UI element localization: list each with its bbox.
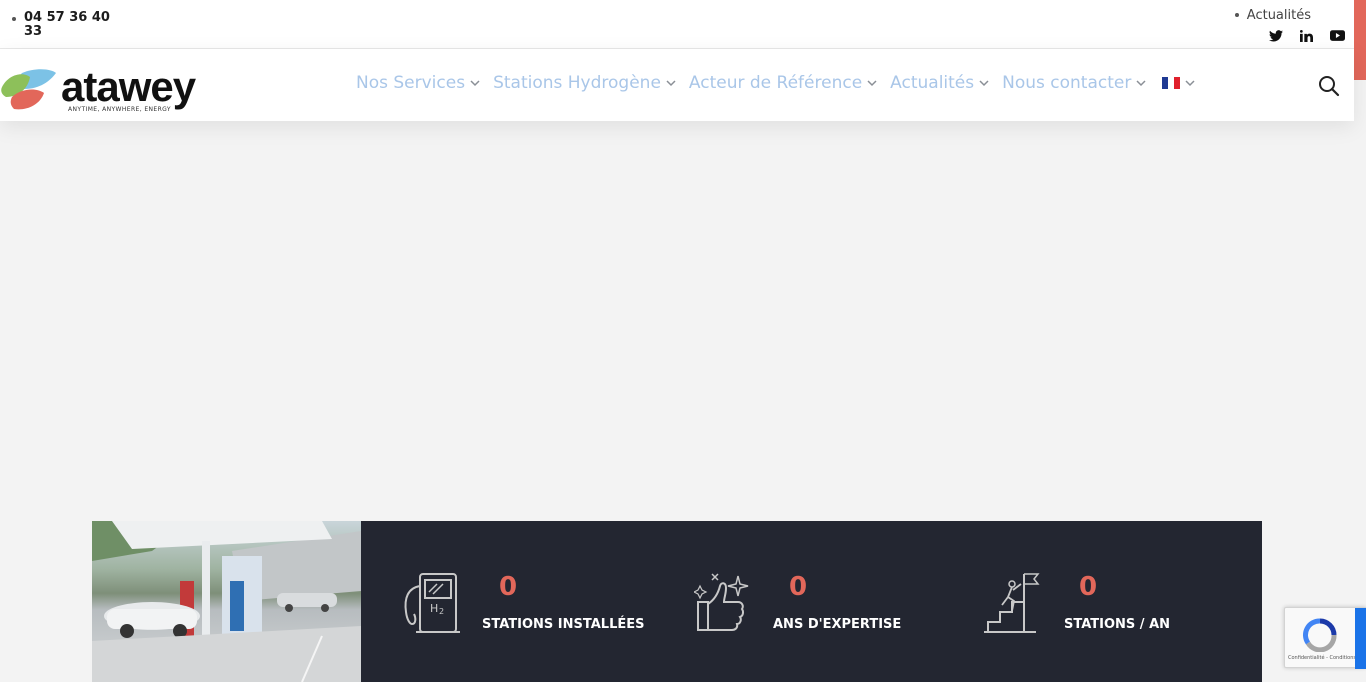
nav-label[interactable]: Stations Hydrogène bbox=[493, 73, 661, 93]
top-news-label[interactable]: Actualités bbox=[1247, 8, 1311, 23]
linkedin-icon[interactable] bbox=[1298, 29, 1315, 43]
logo-wordmark: atawey ANYTIME, ANYWHERE, ENERGY bbox=[61, 63, 196, 114]
stat-years-expertise: 0 ANS D'EXPERTISE bbox=[694, 521, 954, 682]
logo-leaves-icon bbox=[1, 69, 56, 110]
recaptcha-icon bbox=[1303, 618, 1337, 652]
stat-stations-per-year: 0 STATIONS / AN bbox=[982, 521, 1242, 682]
bullet-icon bbox=[1234, 13, 1239, 17]
top-news-link[interactable]: Actualités bbox=[1234, 8, 1311, 23]
recaptcha-badge[interactable]: Confidentialité - Conditions bbox=[1284, 607, 1366, 669]
stat-value: 0 bbox=[1079, 572, 1098, 602]
chevron-down-icon bbox=[979, 79, 989, 86]
hydrogen-station-photo bbox=[92, 521, 361, 682]
nav-item-stations[interactable]: Stations Hydrogène bbox=[493, 73, 676, 93]
stat-value: 0 bbox=[789, 572, 808, 602]
main-navigation: Nos Services Stations Hydrogène Acteur d… bbox=[356, 73, 1208, 93]
search-icon[interactable] bbox=[1318, 75, 1340, 97]
nav-item-acteur[interactable]: Acteur de Référence bbox=[689, 73, 877, 93]
stat-stations-installed: H 2 0 STATIONS INSTALLÉES bbox=[402, 521, 662, 682]
chevron-down-icon bbox=[1136, 79, 1146, 86]
youtube-icon[interactable] bbox=[1329, 29, 1346, 43]
recaptcha-footer[interactable]: Confidentialité - Conditions bbox=[1288, 655, 1356, 661]
language-switcher[interactable] bbox=[1159, 77, 1195, 89]
nav-label[interactable]: Actualités bbox=[890, 73, 974, 93]
scrollbar-thumb[interactable] bbox=[1354, 0, 1366, 80]
nav-label[interactable]: Acteur de Référence bbox=[689, 73, 862, 93]
hydrogen-pump-icon: H 2 bbox=[404, 573, 460, 633]
climber-flag-icon bbox=[984, 573, 1040, 633]
twitter-icon[interactable] bbox=[1267, 29, 1284, 43]
nav-label[interactable]: Nous contacter bbox=[1002, 73, 1131, 93]
bullet-icon bbox=[12, 17, 16, 21]
station-photo-illustration bbox=[92, 521, 361, 682]
top-right-area: Actualités bbox=[1234, 4, 1346, 43]
nav-item-contact[interactable]: Nous contacter bbox=[1002, 73, 1146, 93]
recaptcha-tab bbox=[1355, 608, 1366, 669]
svg-text:2: 2 bbox=[439, 607, 444, 616]
stat-label: ANS D'EXPERTISE bbox=[773, 617, 902, 632]
main-header: atawey ANYTIME, ANYWHERE, ENERGY Nos Ser… bbox=[0, 49, 1354, 121]
phone-number[interactable]: 04 57 36 40 33 bbox=[24, 11, 116, 39]
phone-contact[interactable]: 04 57 36 40 33 bbox=[12, 11, 116, 39]
stat-value: 0 bbox=[499, 572, 518, 602]
svg-text:H: H bbox=[430, 602, 438, 615]
logo-word: atawey bbox=[61, 63, 196, 110]
chevron-down-icon bbox=[470, 79, 480, 86]
top-utility-bar: 04 57 36 40 33 Actualités bbox=[0, 0, 1354, 49]
social-links bbox=[1235, 29, 1346, 43]
nav-label[interactable]: Nos Services bbox=[356, 73, 465, 93]
stat-label: STATIONS INSTALLÉES bbox=[482, 617, 645, 632]
stats-band: H 2 0 STATIONS INSTALLÉES 0 ANS D'EXPERT… bbox=[92, 521, 1262, 682]
french-flag-icon bbox=[1162, 77, 1181, 89]
stat-label: STATIONS / AN bbox=[1064, 617, 1171, 632]
atawey-logo[interactable]: atawey ANYTIME, ANYWHERE, ENERGY bbox=[0, 63, 196, 114]
chevron-down-icon bbox=[867, 79, 877, 86]
page-scrollbar[interactable] bbox=[1354, 0, 1366, 682]
thumbs-up-icon bbox=[694, 573, 749, 631]
chevron-down-icon bbox=[666, 79, 676, 86]
nav-item-services[interactable]: Nos Services bbox=[356, 73, 480, 93]
chevron-down-icon bbox=[1185, 79, 1195, 86]
nav-item-actualites[interactable]: Actualités bbox=[890, 73, 989, 93]
